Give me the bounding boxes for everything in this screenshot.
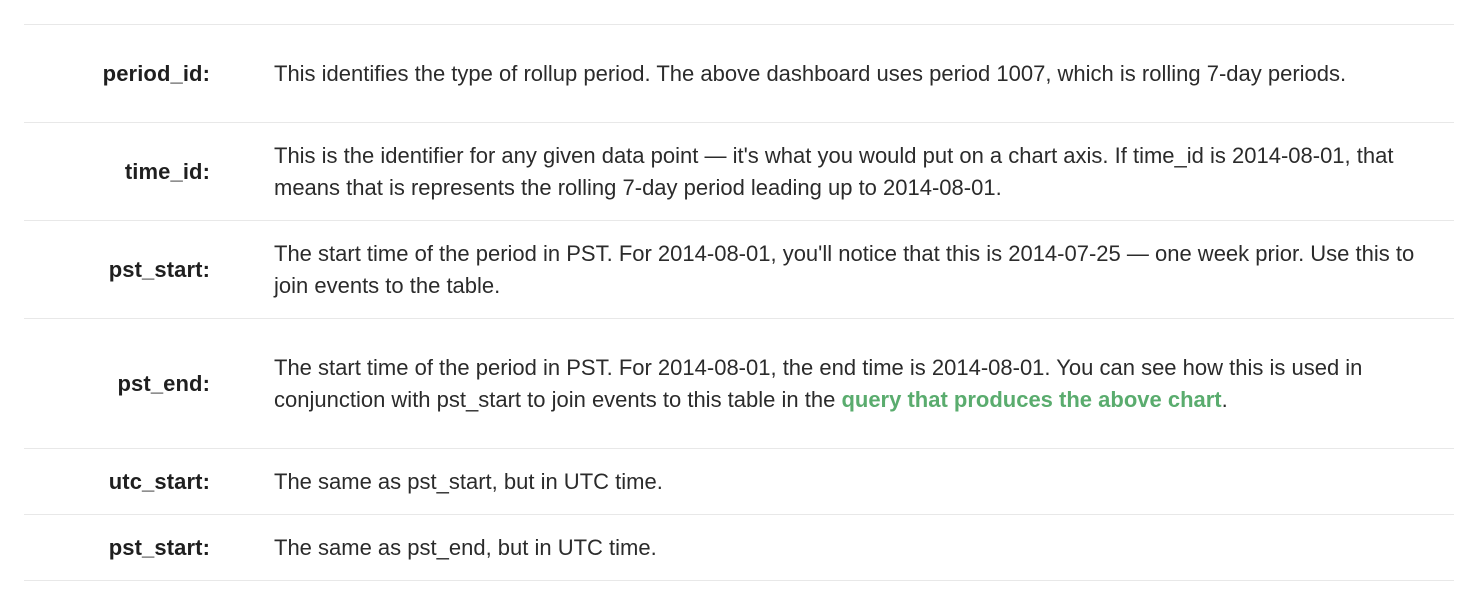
definition-description: The start time of the period in PST. For…	[274, 240, 1415, 298]
definition-term: utc_start:	[108, 468, 210, 494]
definition-row: pst_start: The same as pst_end, but in U…	[24, 515, 1454, 581]
definition-description: This identifies the type of rollup perio…	[274, 60, 1347, 86]
definition-term: period_id:	[102, 60, 210, 86]
definition-term: pst_start:	[108, 256, 210, 282]
definition-description: The same as pst_start, but in UTC time.	[274, 468, 663, 494]
definition-row: time_id: This is the identifier for any …	[24, 123, 1454, 221]
definition-row: period_id: This identifies the type of r…	[24, 25, 1454, 123]
definition-list: period_id: This identifies the type of r…	[24, 24, 1454, 581]
definition-description: This is the identifier for any given dat…	[274, 142, 1394, 200]
description-text-end: .	[1221, 386, 1228, 412]
definition-term: time_id:	[124, 158, 210, 184]
query-link[interactable]: query that produces the above chart	[841, 387, 1221, 412]
definition-row: pst_start: The start time of the period …	[24, 221, 1454, 319]
definition-description: The start time of the period in PST. For…	[274, 352, 1424, 416]
definition-term: pst_start:	[108, 534, 210, 560]
definition-row: pst_end: The start time of the period in…	[24, 319, 1454, 449]
definition-row: utc_start: The same as pst_start, but in…	[24, 449, 1454, 515]
definition-description: The same as pst_end, but in UTC time.	[274, 534, 657, 560]
definition-term: pst_end:	[117, 370, 210, 396]
